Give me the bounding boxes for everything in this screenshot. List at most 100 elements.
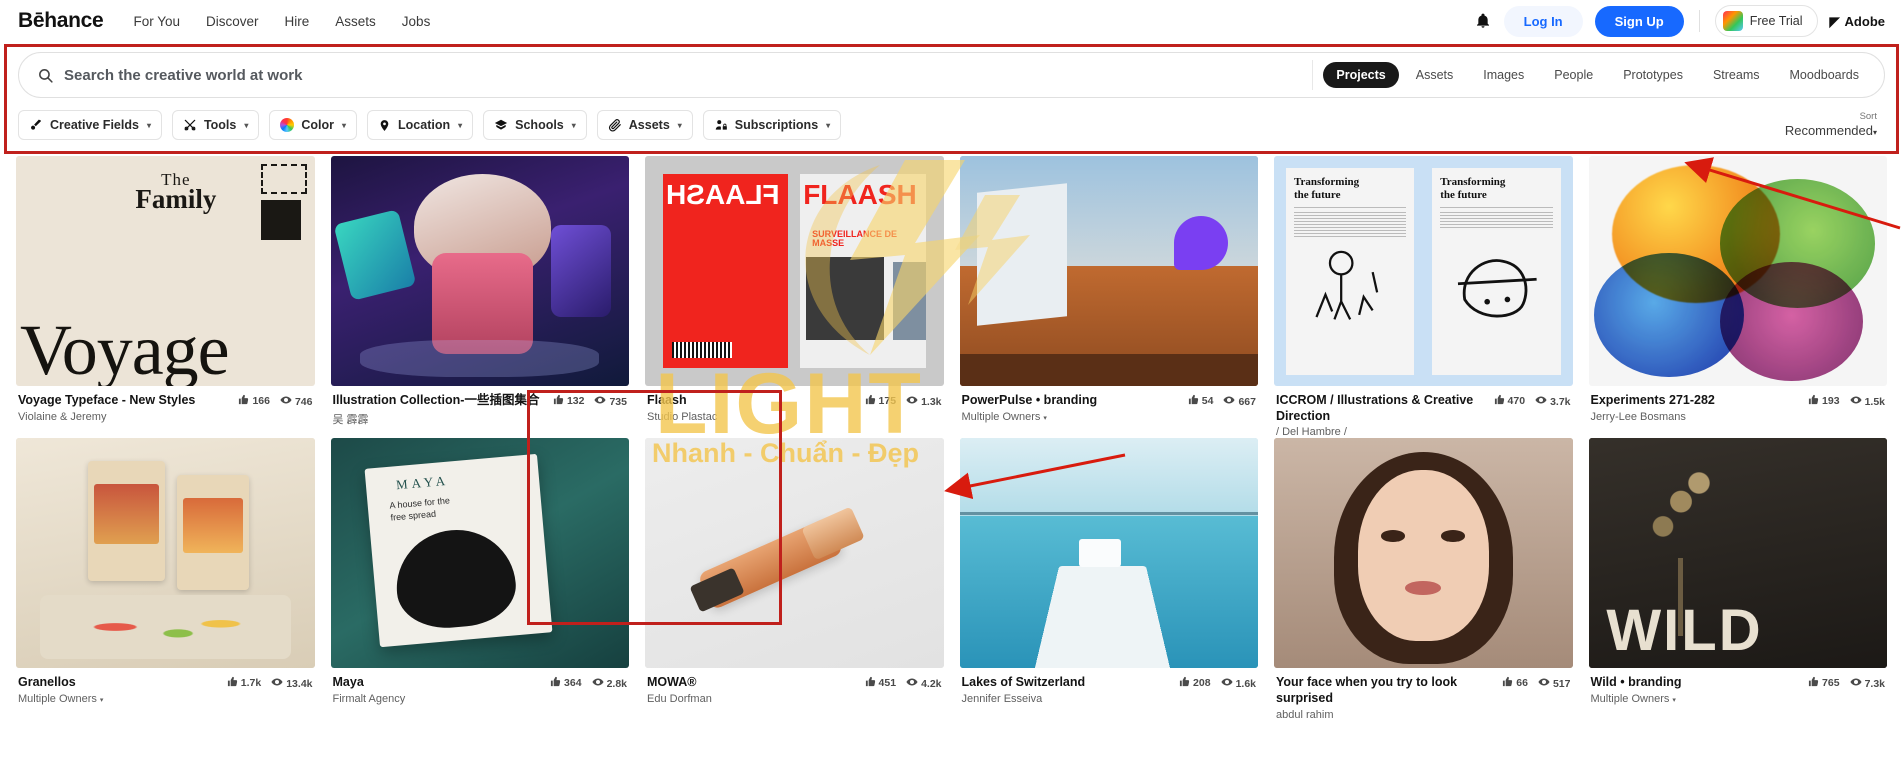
- like-stat: 54: [1188, 394, 1213, 408]
- signup-button[interactable]: Sign Up: [1594, 5, 1684, 37]
- project-meta: Wild • branding Multiple Owners ▾ 765 7.…: [1589, 668, 1888, 705]
- project-owner[interactable]: / Del Hambre /: [1276, 426, 1488, 438]
- project-thumbnail[interactable]: MAYA A house for the free spread: [330, 438, 629, 669]
- project-owner[interactable]: Multiple Owners ▾: [1591, 693, 1803, 705]
- behance-search-page: Bēhance For You Discover Hire Assets Job…: [0, 0, 1903, 766]
- view-stat: 667: [1223, 394, 1256, 409]
- project-owner-name: Edu Dorfman: [647, 692, 712, 705]
- project-title[interactable]: PowerPulse • branding: [962, 393, 1182, 409]
- tab-moodboards[interactable]: Moodboards: [1777, 62, 1873, 88]
- like-count: 1.7k: [240, 677, 262, 690]
- project-card[interactable]: Experiments 271-282 Jerry-Lee Bosmans 19…: [1588, 156, 1887, 438]
- project-owner[interactable]: Jerry-Lee Bosmans: [1591, 411, 1803, 423]
- filter-subscriptions[interactable]: Subscriptions ▾: [702, 110, 842, 140]
- chevron-down-icon: ▾: [1043, 414, 1047, 422]
- project-card[interactable]: Granellos Multiple Owners ▾ 1.7k 13.4k: [16, 438, 315, 720]
- eye-icon: [1850, 676, 1862, 691]
- nav-item-assets[interactable]: Assets: [335, 14, 376, 29]
- project-owner[interactable]: 吴 霹霹: [333, 411, 547, 427]
- tab-streams[interactable]: Streams: [1700, 62, 1773, 88]
- view-stat: 1.6k: [1221, 676, 1256, 691]
- project-owner[interactable]: Edu Dorfman: [647, 693, 859, 705]
- sort-control[interactable]: Sort Recommended▾: [1785, 111, 1885, 138]
- project-title[interactable]: Maya: [333, 675, 545, 691]
- adobe-link[interactable]: ◤ Adobe: [1830, 14, 1885, 29]
- project-card[interactable]: WILD Wild • branding Multiple Owners ▾ 7…: [1588, 438, 1888, 720]
- project-thumbnail[interactable]: [1274, 438, 1573, 669]
- project-owner[interactable]: Firmalt Agency: [333, 693, 545, 705]
- creative-fields-icon: [29, 118, 43, 132]
- project-title[interactable]: Voyage Typeface - New Styles: [18, 393, 232, 409]
- project-title[interactable]: MOWA®: [647, 675, 859, 691]
- project-card[interactable]: MOWA® Edu Dorfman 451 4.2k: [645, 438, 944, 720]
- view-stat: 2.8k: [592, 676, 627, 691]
- project-owner[interactable]: Violaine & Jeremy: [18, 411, 232, 423]
- project-stats: 54 667: [1188, 393, 1256, 409]
- project-thumbnail[interactable]: [1588, 156, 1887, 386]
- project-thumbnail[interactable]: FLAASH FLAASH SURVEILLANCE DE MASSE: [645, 156, 944, 386]
- project-owner[interactable]: Jennifer Esseiva: [962, 693, 1174, 705]
- project-title[interactable]: Flaash: [647, 393, 859, 409]
- project-thumbnail[interactable]: The Family Voyage: [16, 156, 315, 386]
- project-thumbnail[interactable]: WILD: [1588, 438, 1887, 669]
- tab-images[interactable]: Images: [1470, 62, 1537, 88]
- project-thumbnail[interactable]: [16, 438, 315, 669]
- login-button[interactable]: Log In: [1503, 5, 1583, 37]
- main-nav-links: For You Discover Hire Assets Jobs: [133, 14, 430, 29]
- behance-logo[interactable]: Bēhance: [18, 9, 104, 33]
- project-card[interactable]: Your face when you try to look surprised…: [1274, 438, 1573, 721]
- free-trial-button[interactable]: Free Trial: [1714, 5, 1818, 37]
- filter-assets[interactable]: Assets ▾: [596, 110, 693, 140]
- tab-assets[interactable]: Assets: [1403, 62, 1467, 88]
- project-title[interactable]: Lakes of Switzerland: [962, 675, 1174, 691]
- filter-color-label: Color: [301, 118, 335, 132]
- project-card[interactable]: Lakes of Switzerland Jennifer Esseiva 20…: [959, 438, 1258, 720]
- project-title[interactable]: Illustration Collection-一些插图集合: [333, 393, 547, 409]
- project-card[interactable]: FLAASH FLAASH SURVEILLANCE DE MASSE Flaa…: [645, 156, 944, 438]
- search-bar[interactable]: Projects Assets Images People Prototypes…: [18, 52, 1885, 98]
- filter-schools[interactable]: Schools ▾: [483, 110, 587, 140]
- tab-prototypes[interactable]: Prototypes: [1610, 62, 1696, 88]
- thumbnail-artwork: WILD: [1588, 438, 1887, 669]
- tab-projects[interactable]: Projects: [1323, 62, 1399, 88]
- project-title[interactable]: Experiments 271-282: [1591, 393, 1803, 409]
- project-thumbnail[interactable]: [959, 438, 1258, 669]
- project-thumbnail[interactable]: [645, 438, 944, 669]
- nav-item-discover[interactable]: Discover: [206, 14, 259, 29]
- filter-color[interactable]: Color ▾: [269, 110, 358, 140]
- project-card[interactable]: Transforming the future Transforming the f…: [1274, 156, 1573, 438]
- project-title[interactable]: Wild • branding: [1591, 675, 1803, 691]
- project-title[interactable]: Granellos: [18, 675, 221, 691]
- search-input[interactable]: [64, 66, 1313, 84]
- project-thumbnail[interactable]: [959, 156, 1258, 386]
- project-owner[interactable]: Multiple Owners ▾: [962, 411, 1182, 423]
- filter-tools[interactable]: Tools ▾: [171, 110, 260, 140]
- nav-item-hire[interactable]: Hire: [285, 14, 310, 29]
- project-card[interactable]: The Family Voyage Voyage Typeface - New …: [16, 156, 315, 438]
- chevron-down-icon: ▾: [99, 696, 104, 704]
- bell-icon[interactable]: [1474, 12, 1492, 30]
- tab-people[interactable]: People: [1541, 62, 1606, 88]
- project-stats: 765 7.3k: [1808, 675, 1885, 691]
- view-stat: 3.7k: [1535, 394, 1571, 409]
- project-owner[interactable]: Studio Plastac: [647, 411, 859, 423]
- project-thumbnail[interactable]: Transforming the future Transforming the f…: [1274, 156, 1573, 386]
- project-thumbnail[interactable]: [330, 156, 629, 386]
- project-card[interactable]: MAYA A house for the free spread Maya Fir…: [330, 438, 629, 720]
- project-title[interactable]: ICCROM / Illustrations & Creative Direct…: [1276, 393, 1488, 424]
- nav-item-for-you[interactable]: For You: [133, 14, 180, 29]
- project-card[interactable]: Illustration Collection-一些插图集合 吴 霹霹 132 …: [330, 156, 629, 438]
- project-owner-name: Multiple Owners: [1590, 692, 1670, 705]
- project-owner[interactable]: abdul rahim: [1276, 709, 1496, 721]
- sort-value[interactable]: Recommended▾: [1785, 123, 1877, 138]
- eye-icon: [592, 676, 604, 691]
- project-meta: Your face when you try to look surprised…: [1274, 668, 1573, 720]
- project-title[interactable]: Your face when you try to look surprised: [1276, 675, 1496, 706]
- chevron-down-icon: ▾: [244, 120, 249, 130]
- like-count: 193: [1822, 395, 1840, 407]
- project-card[interactable]: PowerPulse • branding Multiple Owners ▾ …: [959, 156, 1258, 438]
- nav-item-jobs[interactable]: Jobs: [402, 14, 431, 29]
- filter-creative-fields[interactable]: Creative Fields ▾: [18, 110, 162, 140]
- filter-location[interactable]: Location ▾: [367, 110, 474, 140]
- project-owner[interactable]: Multiple Owners ▾: [18, 693, 221, 705]
